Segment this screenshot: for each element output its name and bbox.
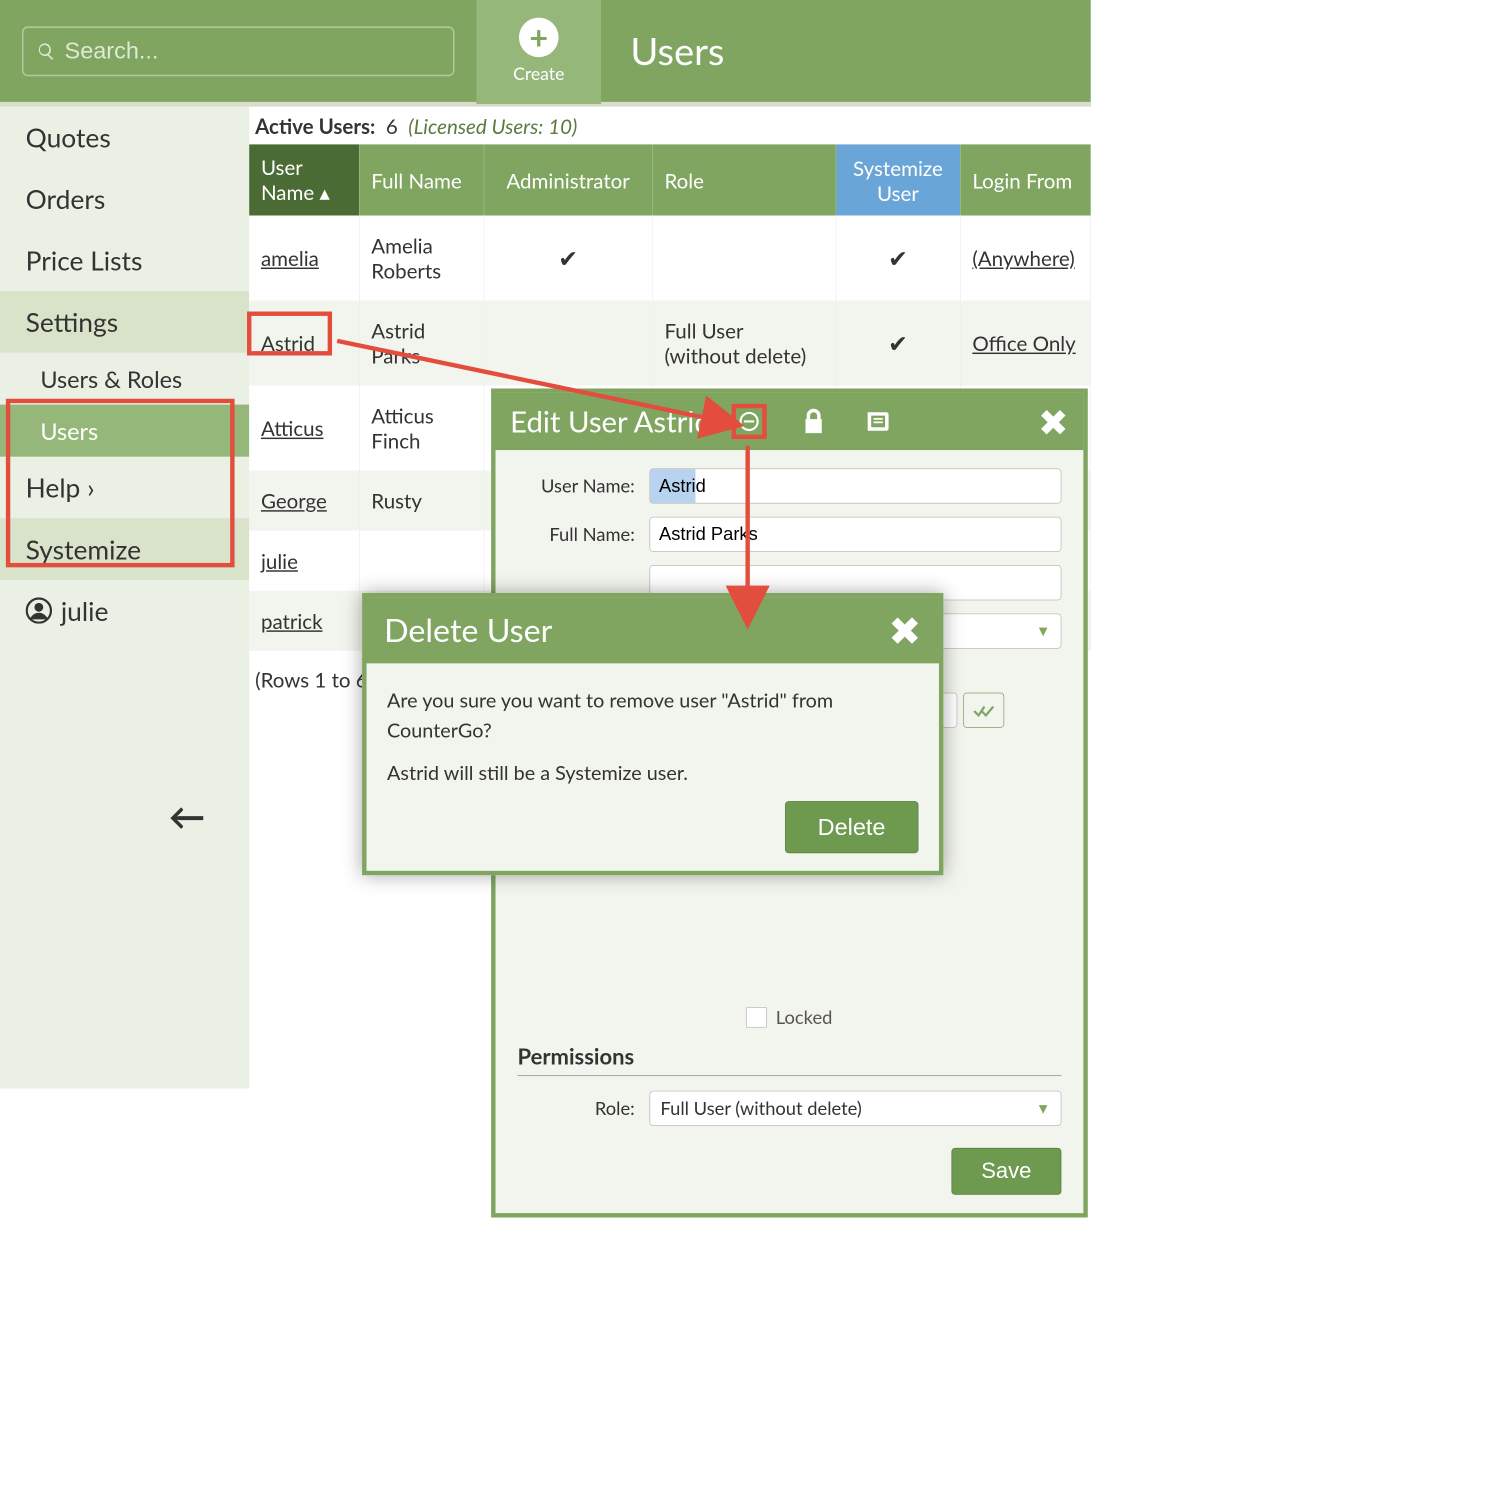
systemize-cell: ✔ — [836, 301, 961, 386]
chevron-right-icon: › — [87, 471, 94, 503]
delete-dialog-header: Delete User ✖ — [367, 597, 939, 663]
col-systemize[interactable]: Systemize User — [836, 144, 961, 215]
delete-user-icon[interactable] — [731, 404, 766, 439]
user-icon — [26, 597, 52, 623]
close-icon[interactable]: ✖ — [1038, 399, 1069, 444]
username-link[interactable]: patrick — [261, 608, 323, 633]
sidebar-item-orders[interactable]: Orders — [0, 168, 249, 230]
fullname-input[interactable] — [649, 517, 1061, 552]
fullname-cell — [359, 531, 484, 591]
delete-dialog-title: Delete User — [384, 611, 552, 649]
username-label: User Name: — [517, 475, 649, 497]
locked-label: Locked — [776, 1006, 833, 1028]
table-row: ameliaAmelia Roberts✔✔(Anywhere) — [249, 216, 1090, 301]
delete-user-dialog: Delete User ✖ Are you sure you want to r… — [362, 593, 943, 875]
collapse-sidebar-icon[interactable]: ← — [169, 794, 206, 838]
caret-down-icon: ▼ — [1036, 622, 1051, 640]
sidebar-item-users[interactable]: Users — [0, 405, 249, 457]
plus-icon: + — [519, 18, 559, 58]
login-cell: (Anywhere) — [960, 216, 1090, 301]
fullname-cell: Astrid Parks — [359, 301, 484, 386]
app-header: + Create Users — [0, 0, 1091, 106]
main-content: Active Users: 6 (Licensed Users: 10) Use… — [249, 106, 1090, 1088]
search-input[interactable] — [65, 37, 440, 64]
sidebar: Quotes Orders Price Lists Settings Users… — [0, 106, 249, 1088]
fullname-cell: Atticus Finch — [359, 386, 484, 471]
fullname-label: Full Name: — [517, 523, 649, 545]
username-link[interactable]: Astrid — [261, 331, 315, 356]
search-icon — [37, 41, 56, 62]
sidebar-item-users-roles[interactable]: Users & Roles — [0, 353, 249, 405]
sidebar-item-systemize[interactable]: Systemize — [0, 518, 249, 580]
sidebar-item-help[interactable]: Help › — [0, 457, 249, 519]
username-link[interactable]: julie — [261, 548, 298, 573]
sort-asc-icon: ▴ — [319, 180, 329, 205]
apply-button[interactable] — [963, 693, 1004, 728]
edit-panel-header: Edit User Astrid ✖ — [496, 393, 1084, 450]
close-icon[interactable]: ✖ — [888, 606, 921, 654]
caret-down-icon: ▼ — [1036, 1099, 1051, 1117]
username-link[interactable]: George — [261, 488, 327, 513]
role-label: Role: — [517, 1097, 649, 1119]
sidebar-item-quotes[interactable]: Quotes — [0, 106, 249, 168]
permissions-header: Permissions — [517, 1043, 1061, 1076]
create-label: Create — [513, 63, 564, 84]
edit-panel-title: Edit User Astrid — [510, 404, 711, 439]
fullname-cell: Rusty — [359, 471, 484, 531]
role-select[interactable]: Full User (without delete) ▼ — [649, 1091, 1061, 1126]
table-row: Astrid Astrid Parks Full User (without del… — [249, 301, 1090, 386]
col-admin[interactable]: Administrator — [484, 144, 653, 215]
delete-confirm-text: Are you sure you want to remove user "As… — [387, 685, 918, 744]
log-icon[interactable] — [860, 404, 895, 439]
col-role[interactable]: Role — [652, 144, 835, 215]
admin-cell — [484, 301, 653, 386]
username-input[interactable] — [649, 468, 1061, 503]
username-link[interactable]: Atticus — [261, 416, 324, 441]
col-login[interactable]: Login From — [960, 144, 1090, 215]
delete-button[interactable]: Delete — [785, 801, 919, 853]
sidebar-item-settings[interactable]: Settings — [0, 291, 249, 353]
admin-cell: ✔ — [484, 216, 653, 301]
col-username[interactable]: User Name ▴ — [249, 144, 359, 215]
login-cell: Office Only — [960, 301, 1090, 386]
locked-checkbox[interactable] — [746, 1007, 767, 1028]
fullname-cell: Amelia Roberts — [359, 216, 484, 301]
col-fullname[interactable]: Full Name — [359, 144, 484, 215]
role-cell: Full User (without delete) — [652, 301, 835, 386]
create-button[interactable]: + Create — [476, 0, 601, 104]
save-button[interactable]: Save — [951, 1148, 1061, 1195]
active-users-summary: Active Users: 6 (Licensed Users: 10) — [249, 106, 1090, 144]
sidebar-current-user[interactable]: julie — [0, 580, 249, 642]
role-cell — [652, 216, 835, 301]
systemize-cell: ✔ — [836, 216, 961, 301]
username-link[interactable]: amelia — [261, 246, 319, 271]
lock-icon[interactable] — [796, 404, 831, 439]
search-box[interactable] — [22, 26, 454, 76]
page-title: Users — [630, 28, 724, 73]
delete-note-text: Astrid will still be a Systemize user. — [387, 758, 918, 788]
sidebar-item-pricelists[interactable]: Price Lists — [0, 229, 249, 291]
